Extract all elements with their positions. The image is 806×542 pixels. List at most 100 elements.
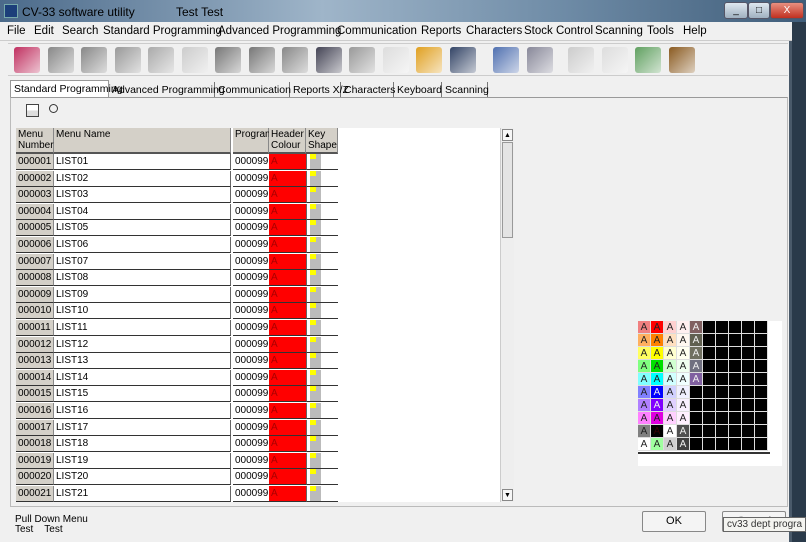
exit-door-icon[interactable] xyxy=(668,47,695,73)
menu-advanced-programming[interactable]: Advanced Programming xyxy=(218,25,341,37)
palette-swatch[interactable] xyxy=(716,373,729,386)
palette-swatch[interactable]: A xyxy=(664,399,677,412)
menu-number-cell[interactable]: 000018 xyxy=(16,436,54,453)
tab-keyboard[interactable]: Keyboard xyxy=(394,82,442,98)
table-row[interactable]: 000017 LIST17 000099 A xyxy=(16,419,338,437)
tab-advanced-programming[interactable]: Advanced Programming xyxy=(109,82,225,98)
table-row[interactable]: 000012 LIST12 000099 A xyxy=(16,336,338,354)
key-shape-cell[interactable] xyxy=(306,320,338,336)
header-colour-cell[interactable]: A xyxy=(269,303,306,320)
header-colour-cell[interactable]: A xyxy=(269,336,306,353)
close-button[interactable]: X xyxy=(770,2,804,19)
palette-swatch[interactable] xyxy=(755,438,768,451)
menu-name-cell[interactable]: LIST20 xyxy=(54,469,231,486)
table-row[interactable]: 000011 LIST11 000099 A xyxy=(16,320,338,337)
palette-swatch[interactable] xyxy=(729,386,742,399)
binoculars-icon[interactable] xyxy=(449,47,476,73)
table-row[interactable]: 000004 LIST04 000099 A xyxy=(16,203,338,221)
menu-name-cell[interactable]: LIST16 xyxy=(54,403,231,419)
key-shape-cell[interactable] xyxy=(306,220,338,237)
palette-swatch[interactable] xyxy=(703,321,716,334)
header-colour-cell[interactable]: A xyxy=(269,436,306,453)
palette-swatch[interactable]: A xyxy=(638,438,651,451)
tab-communication[interactable]: Communication xyxy=(215,82,291,98)
undo-icon[interactable] xyxy=(181,47,208,73)
program-cell[interactable]: 000099 xyxy=(233,220,269,237)
header-colour-cell[interactable]: A xyxy=(269,253,306,270)
menu-name-cell[interactable]: LIST02 xyxy=(54,170,231,187)
program-cell[interactable]: 000099 xyxy=(233,253,269,270)
palette-swatch[interactable]: A xyxy=(677,386,690,399)
palette-swatch[interactable] xyxy=(742,321,755,334)
scroll-up-arrow-icon[interactable]: ▲ xyxy=(502,129,513,141)
menu-number-cell[interactable]: 000019 xyxy=(16,452,54,469)
column-header[interactable]: Menu Name xyxy=(54,128,231,154)
tab-characters[interactable]: Characters xyxy=(341,82,395,98)
program-cell[interactable]: 000099 xyxy=(233,353,269,370)
header-colour-cell[interactable]: A xyxy=(269,170,306,187)
menu-name-cell[interactable]: LIST06 xyxy=(54,237,231,253)
column-header[interactable]: Program xyxy=(233,128,273,154)
palette-swatch[interactable]: A xyxy=(638,425,651,438)
palette-swatch[interactable] xyxy=(729,412,742,425)
grid-view-icon[interactable] xyxy=(26,104,39,117)
menu-number-cell[interactable]: 000012 xyxy=(16,336,54,353)
palette-swatch[interactable]: A xyxy=(690,321,703,334)
table-row[interactable]: 000007 LIST07 000099 A xyxy=(16,253,338,271)
palette-swatch[interactable]: A xyxy=(651,347,664,360)
menu-number-cell[interactable]: 000003 xyxy=(16,187,54,204)
palette-swatch[interactable]: A xyxy=(690,360,703,373)
menu-communication[interactable]: Communication xyxy=(337,25,417,37)
scroll-thumb[interactable] xyxy=(502,142,513,238)
register-icon[interactable] xyxy=(148,47,174,73)
palette-swatch[interactable] xyxy=(703,386,716,399)
file-cabinet-icon[interactable] xyxy=(215,47,241,73)
table-row[interactable]: 000014 LIST14 000099 A xyxy=(16,369,338,387)
palette-swatch[interactable]: A xyxy=(677,347,690,360)
search-document-icon[interactable] xyxy=(382,47,409,73)
key-shape-cell[interactable] xyxy=(306,203,338,220)
program-cell[interactable]: 000099 xyxy=(233,469,269,486)
column-header[interactable]: Header Colour xyxy=(269,128,306,154)
key-shape-cell[interactable] xyxy=(306,270,338,287)
program-cell[interactable]: 000099 xyxy=(233,403,269,419)
circle-shape-icon[interactable] xyxy=(49,104,58,113)
program-cell[interactable]: 000099 xyxy=(233,320,269,336)
palette-swatch[interactable]: A xyxy=(638,334,651,347)
palette-swatch[interactable]: A xyxy=(651,386,664,399)
menu-name-cell[interactable]: LIST05 xyxy=(54,220,231,237)
palette-swatch[interactable]: A xyxy=(651,412,664,425)
program-cell[interactable]: 000099 xyxy=(233,386,269,403)
palette-swatch[interactable] xyxy=(755,386,768,399)
program-cell[interactable]: 000099 xyxy=(233,369,269,386)
menu-name-cell[interactable]: LIST19 xyxy=(54,452,231,469)
palette-swatch[interactable] xyxy=(703,399,716,412)
palette-swatch[interactable] xyxy=(755,360,768,373)
palette-swatch[interactable] xyxy=(703,412,716,425)
palette-swatch[interactable]: A xyxy=(651,334,664,347)
palette-swatch[interactable]: A xyxy=(651,399,664,412)
file-cabinet-icon[interactable] xyxy=(248,47,275,73)
key-shape-cell[interactable] xyxy=(306,170,338,187)
menu-number-cell[interactable]: 000016 xyxy=(16,403,54,419)
header-colour-cell[interactable]: A xyxy=(269,469,306,486)
menu-number-cell[interactable]: 000002 xyxy=(16,170,54,187)
palette-swatch[interactable]: A xyxy=(677,334,690,347)
palette-swatch[interactable] xyxy=(690,412,703,425)
palette-swatch[interactable]: A xyxy=(638,412,651,425)
palette-swatch[interactable]: A xyxy=(664,386,677,399)
menu-number-cell[interactable]: 000011 xyxy=(16,320,54,336)
palette-swatch[interactable] xyxy=(755,373,768,386)
palette-swatch[interactable]: A xyxy=(677,360,690,373)
menu-number-cell[interactable]: 000014 xyxy=(16,369,54,386)
menu-number-cell[interactable]: 000004 xyxy=(16,203,54,220)
palette-swatch[interactable] xyxy=(716,438,729,451)
palette-swatch[interactable] xyxy=(716,347,729,360)
menu-number-cell[interactable]: 000010 xyxy=(16,303,54,320)
key-shape-cell[interactable] xyxy=(306,336,338,353)
palette-swatch[interactable] xyxy=(729,347,742,360)
palette-swatch[interactable] xyxy=(755,347,768,360)
header-colour-cell[interactable]: A xyxy=(269,270,306,287)
key-shape-cell[interactable] xyxy=(306,286,338,303)
house-icon[interactable] xyxy=(47,47,74,73)
